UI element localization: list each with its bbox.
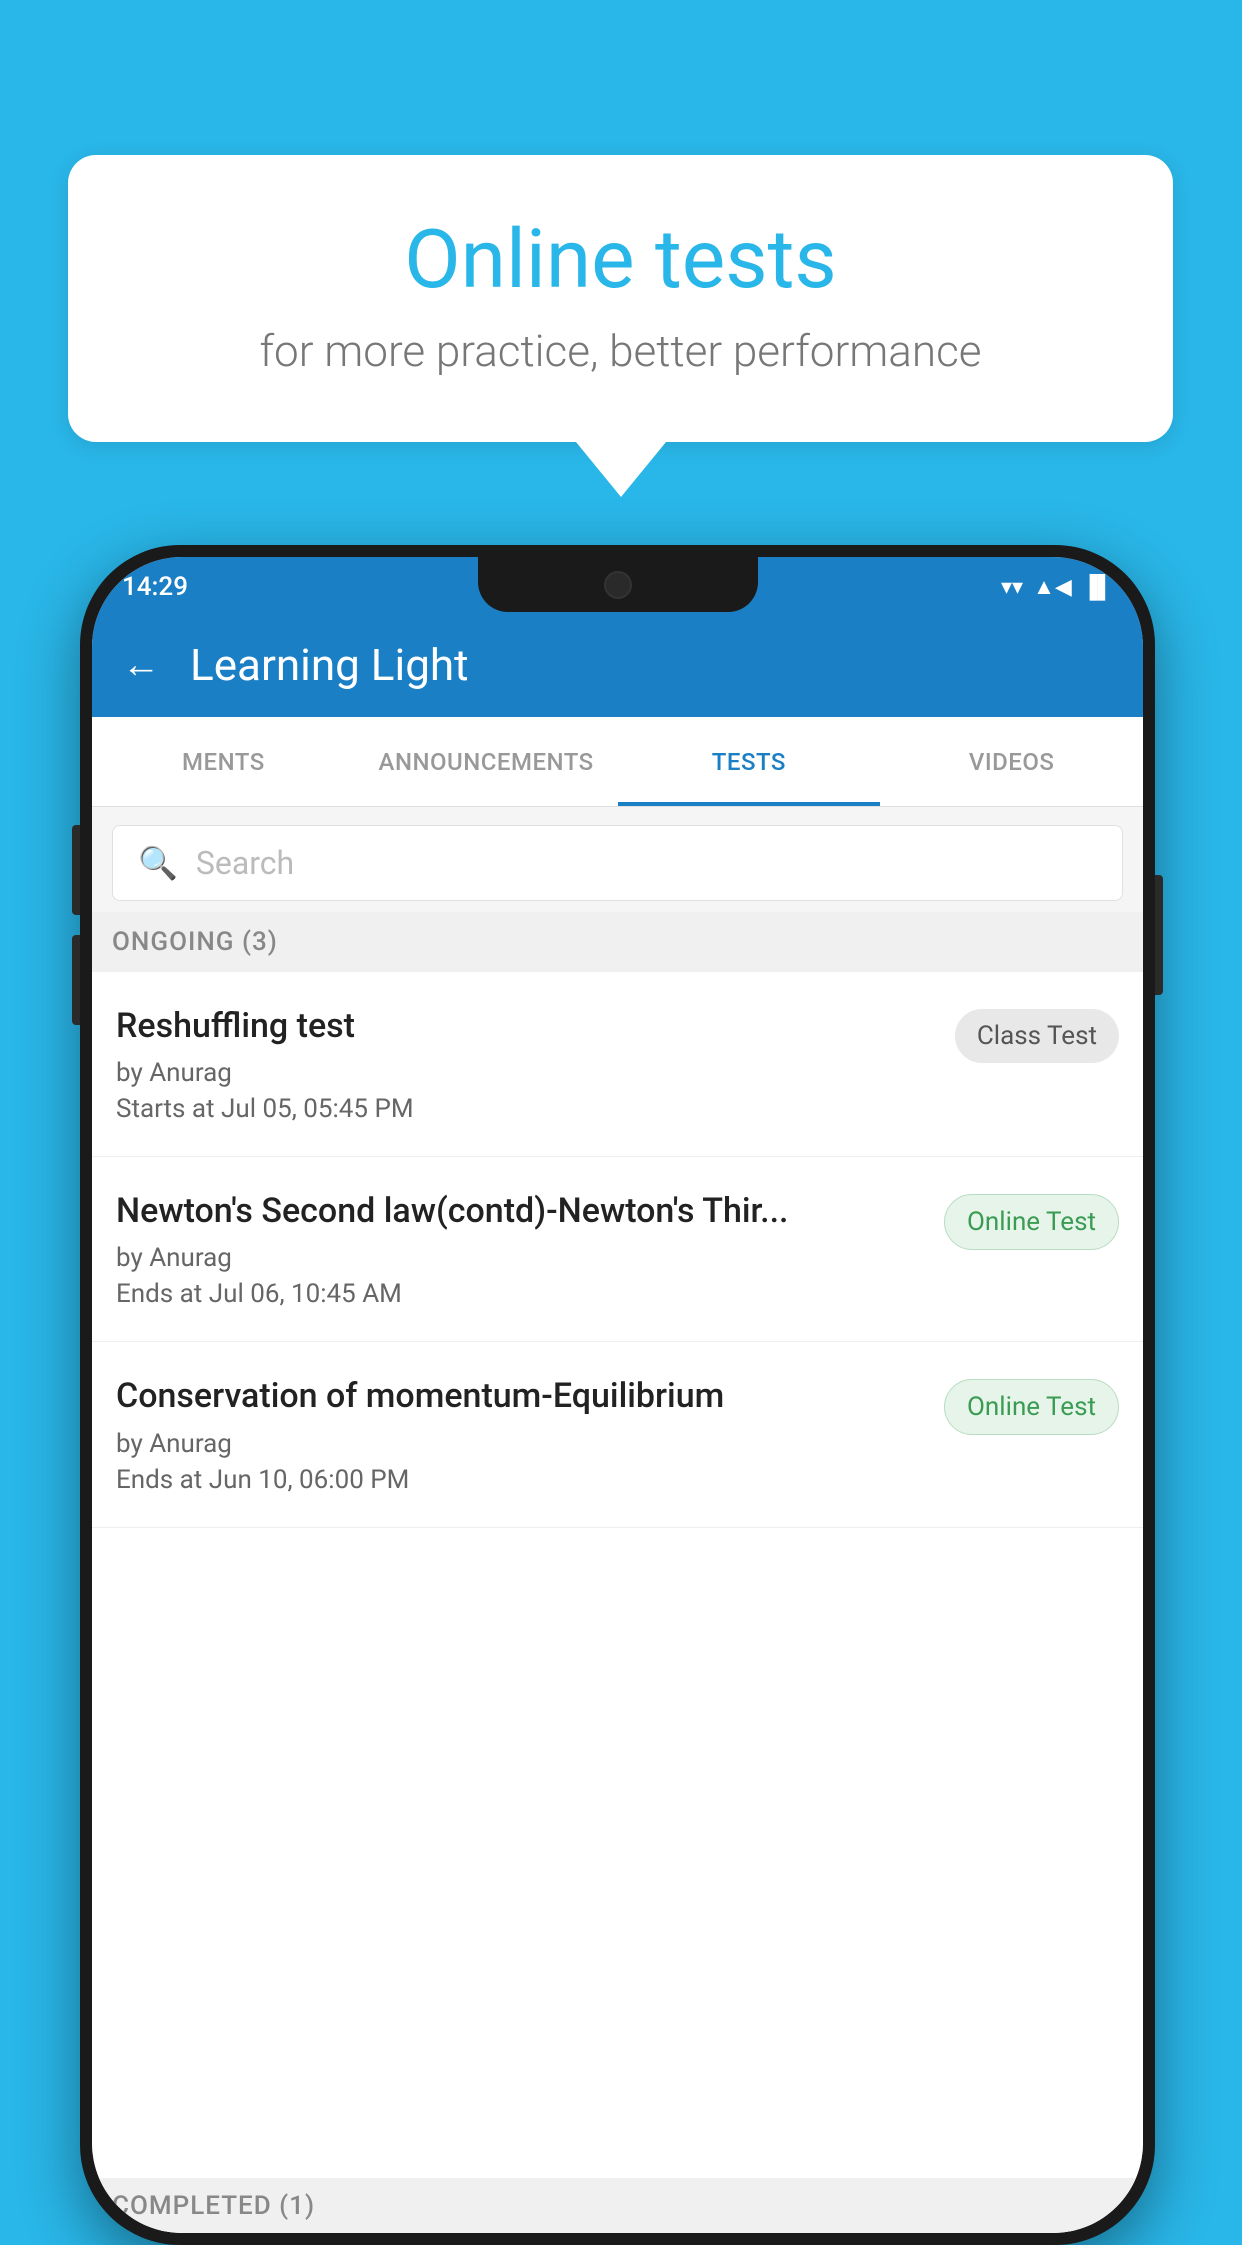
back-button[interactable]: ← bbox=[122, 646, 160, 684]
power-button[interactable] bbox=[1155, 875, 1163, 995]
status-time: 14:29 bbox=[122, 572, 188, 602]
test-list: Reshuffling test by Anurag Starts at Jul… bbox=[92, 972, 1143, 2233]
phone-camera bbox=[604, 571, 632, 599]
test-item-1-content: Reshuffling test by Anurag Starts at Jul… bbox=[116, 1004, 955, 1124]
completed-section-label: COMPLETED (1) bbox=[92, 2178, 1143, 2233]
test-item-3-date: Ends at Jun 10, 06:00 PM bbox=[116, 1465, 924, 1495]
tab-tests[interactable]: TESTS bbox=[618, 717, 881, 806]
tab-videos[interactable]: VIDEOS bbox=[880, 717, 1143, 806]
search-placeholder: Search bbox=[196, 844, 294, 882]
app-header: ← Learning Light bbox=[92, 612, 1143, 717]
speech-bubble-title: Online tests bbox=[148, 215, 1093, 305]
speech-bubble: Online tests for more practice, better p… bbox=[68, 155, 1173, 442]
tab-bar: MENTS ANNOUNCEMENTS TESTS VIDEOS bbox=[92, 717, 1143, 807]
speech-bubble-arrow bbox=[576, 442, 666, 497]
phone-screen: 14:29 ▾▾ ▲◀ ▐▌ ← Learning Light MENTS AN… bbox=[92, 557, 1143, 2233]
speech-bubble-subtitle: for more practice, better performance bbox=[148, 325, 1093, 377]
phone-notch bbox=[478, 557, 758, 612]
test-item-3-content: Conservation of momentum-Equilibrium by … bbox=[116, 1374, 944, 1494]
signal-icon: ▲◀ bbox=[1033, 574, 1072, 600]
wifi-icon: ▾▾ bbox=[1001, 575, 1023, 600]
test-item-3-badge: Online Test bbox=[944, 1379, 1119, 1435]
test-item-1[interactable]: Reshuffling test by Anurag Starts at Jul… bbox=[92, 972, 1143, 1157]
ongoing-section-label: ONGOING (3) bbox=[92, 912, 1143, 972]
search-bar: 🔍 Search bbox=[92, 807, 1143, 919]
test-item-2-content: Newton's Second law(contd)-Newton's Thir… bbox=[116, 1189, 944, 1309]
test-item-2-author: by Anurag bbox=[116, 1243, 924, 1273]
test-item-2-badge: Online Test bbox=[944, 1194, 1119, 1250]
battery-icon: ▐▌ bbox=[1082, 574, 1113, 600]
volume-up-button[interactable] bbox=[72, 825, 80, 915]
test-item-2[interactable]: Newton's Second law(contd)-Newton's Thir… bbox=[92, 1157, 1143, 1342]
search-icon: 🔍 bbox=[138, 844, 178, 882]
test-item-3-title: Conservation of momentum-Equilibrium bbox=[116, 1374, 924, 1418]
speech-bubble-container: Online tests for more practice, better p… bbox=[68, 155, 1173, 497]
status-icons: ▾▾ ▲◀ ▐▌ bbox=[1001, 574, 1113, 600]
test-item-3[interactable]: Conservation of momentum-Equilibrium by … bbox=[92, 1342, 1143, 1527]
tab-assignments[interactable]: MENTS bbox=[92, 717, 355, 806]
volume-down-button[interactable] bbox=[72, 935, 80, 1025]
test-item-1-date: Starts at Jul 05, 05:45 PM bbox=[116, 1094, 935, 1124]
tab-announcements[interactable]: ANNOUNCEMENTS bbox=[355, 717, 618, 806]
app-title: Learning Light bbox=[190, 639, 469, 691]
search-input-wrapper[interactable]: 🔍 Search bbox=[112, 825, 1123, 901]
test-item-1-badge: Class Test bbox=[955, 1009, 1119, 1063]
test-item-2-date: Ends at Jul 06, 10:45 AM bbox=[116, 1279, 924, 1309]
test-item-2-title: Newton's Second law(contd)-Newton's Thir… bbox=[116, 1189, 924, 1233]
test-item-3-author: by Anurag bbox=[116, 1429, 924, 1459]
phone-frame: 14:29 ▾▾ ▲◀ ▐▌ ← Learning Light MENTS AN… bbox=[80, 545, 1155, 2245]
test-item-1-author: by Anurag bbox=[116, 1058, 935, 1088]
test-item-1-title: Reshuffling test bbox=[116, 1004, 935, 1048]
